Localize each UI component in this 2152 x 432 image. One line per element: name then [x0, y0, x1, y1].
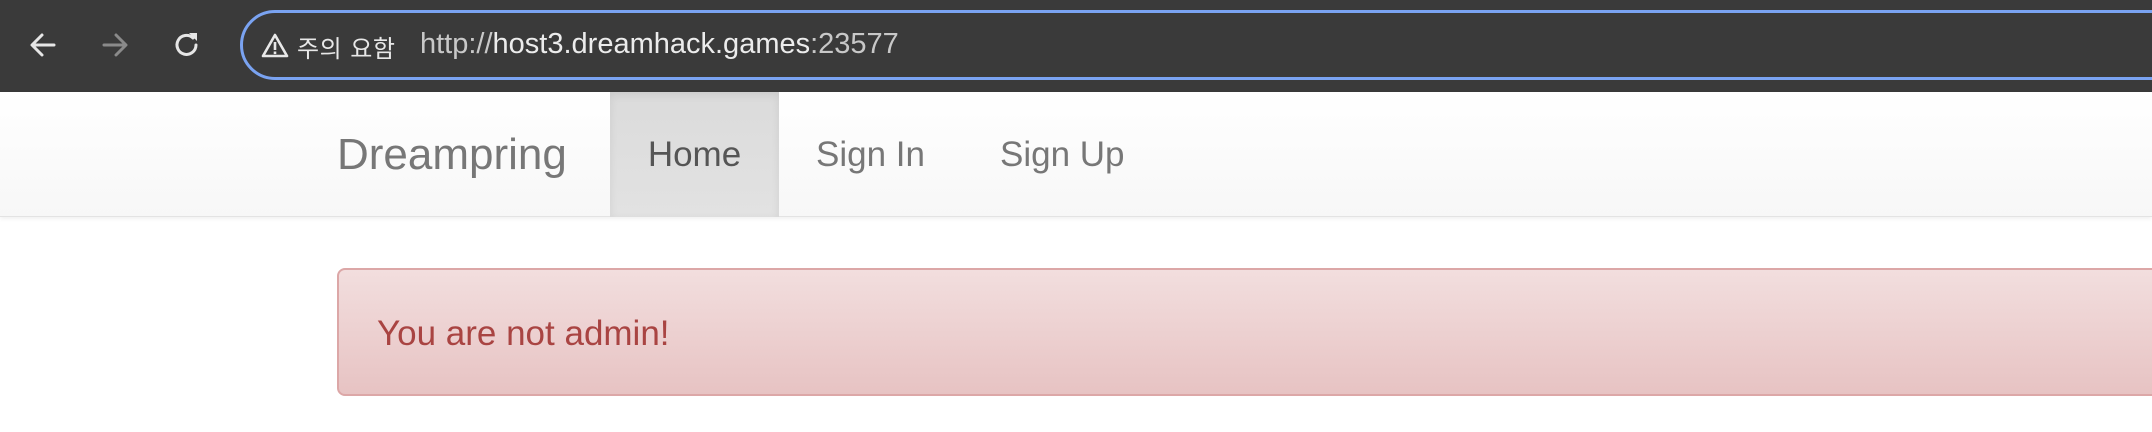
nav-home-link[interactable]: Home [610, 92, 779, 217]
brand-link[interactable]: Dreampring [337, 130, 567, 180]
site-navbar: Dreampring Home Sign In Sign Up [0, 92, 2152, 217]
security-indicator[interactable]: 주의 요함 [261, 29, 395, 63]
arrow-right-icon [102, 33, 128, 57]
warning-triangle-icon [261, 33, 289, 58]
forward-button[interactable] [92, 22, 138, 68]
nav-sign-up-link[interactable]: Sign Up [1000, 92, 1125, 217]
browser-toolbar: 주의 요함 http://host3.dreamhack.games:23577 [0, 0, 2152, 92]
alert-message: You are not admin! [377, 314, 670, 353]
url-host: host3.dreamhack.games [492, 28, 811, 60]
back-button[interactable] [20, 22, 66, 68]
error-alert: You are not admin! [337, 268, 2152, 396]
nav-sign-in-link[interactable]: Sign In [816, 92, 925, 217]
address-bar[interactable]: 주의 요함 http://host3.dreamhack.games:23577 [240, 10, 2152, 80]
arrow-left-icon [30, 33, 56, 57]
security-label: 주의 요함 [297, 34, 396, 63]
reload-button[interactable] [164, 22, 210, 68]
reload-icon [175, 33, 198, 56]
url-text[interactable]: http://host3.dreamhack.games:23577 [420, 28, 899, 61]
url-port: :23577 [810, 28, 899, 60]
url-scheme: http:// [420, 28, 493, 60]
